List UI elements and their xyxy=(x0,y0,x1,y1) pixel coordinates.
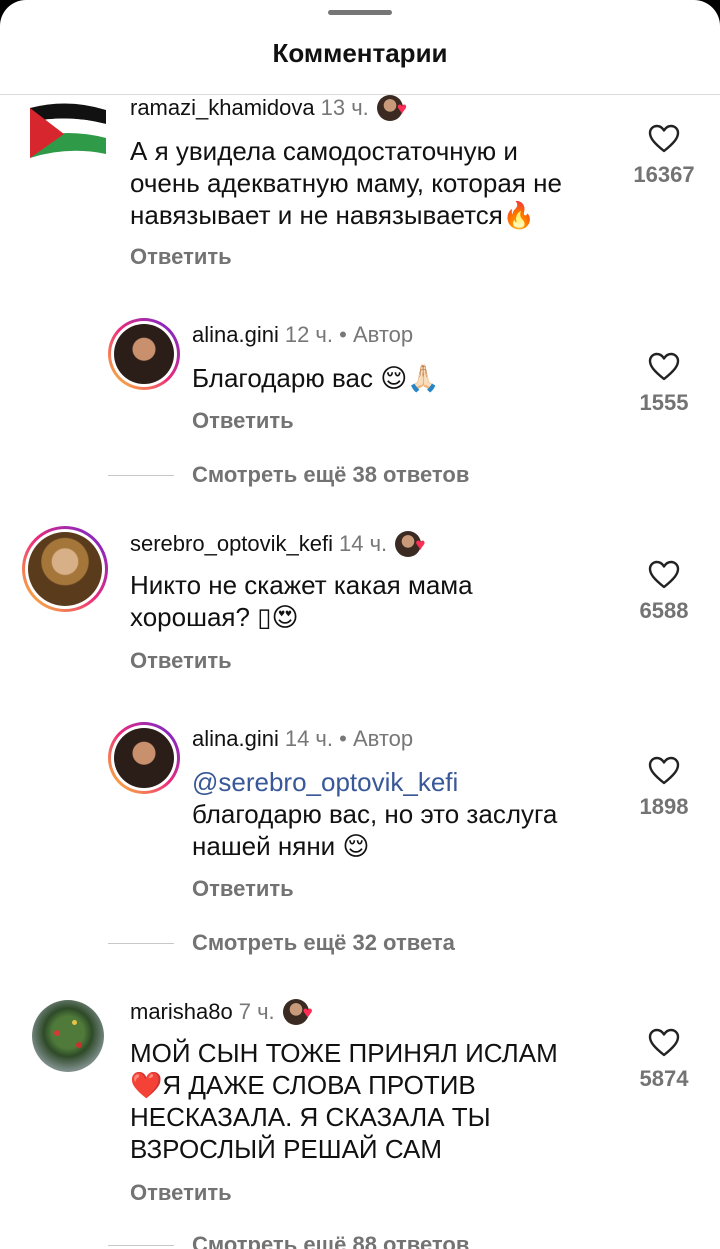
author-heart-icon: ♥ xyxy=(282,999,313,1025)
comment-text-line: ❤️Я ДАЖЕ СЛОВА ПРОТИВ xyxy=(130,1070,476,1100)
comment-text-line: МОЙ СЫН ТОЖЕ ПРИНЯЛ ИСЛАМ xyxy=(130,1038,558,1068)
mention-link[interactable]: @serebro_optovik_kefi xyxy=(192,766,557,798)
like-count: 1555 xyxy=(639,390,689,415)
like-button[interactable]: 16367 xyxy=(619,124,709,188)
comment-text-line: НЕСКАЗАЛА. Я СКАЗАЛА ТЫ xyxy=(130,1102,491,1132)
page-title: Комментарии xyxy=(272,38,448,68)
view-more-replies[interactable]: Смотреть ещё 38 ответов xyxy=(108,462,469,488)
like-count: 5874 xyxy=(639,1066,689,1091)
comment-text: А я увидела самодостаточную и очень адек… xyxy=(130,135,562,231)
reply-comment-item: alina.gini 12 ч. • Автор Благодарю вас 😌🙏… xyxy=(0,318,720,438)
comments-sheet: Комментарии ramazi_khamidova 13 ч. ♥ А я у… xyxy=(0,0,720,1249)
comment-text-line: Благодарю вас 😌🙏🏻 xyxy=(192,363,440,393)
avatar[interactable] xyxy=(32,1000,104,1072)
comment-text-line: нашей няни 😌 xyxy=(192,831,370,861)
comment-text: МОЙ СЫН ТОЖЕ ПРИНЯЛ ИСЛАМ ❤️Я ДАЖЕ СЛОВА… xyxy=(130,1037,558,1165)
username[interactable]: alina.gini xyxy=(192,322,279,347)
reply-button[interactable]: Ответить xyxy=(192,876,294,902)
comment-meta: alina.gini 12 ч. • Автор xyxy=(192,321,413,349)
like-count: 16367 xyxy=(633,162,695,187)
avatar[interactable] xyxy=(22,526,108,612)
reply-button[interactable]: Ответить xyxy=(192,408,294,434)
comment-text-line: очень адекватную маму, которая не xyxy=(130,168,562,198)
author-label: • Автор xyxy=(339,322,414,347)
username[interactable]: marisha8o xyxy=(130,999,233,1024)
comment-meta: serebro_optovik_kefi 14 ч. ♥ xyxy=(130,530,425,558)
comments-header: Комментарии xyxy=(0,0,720,95)
username[interactable]: ramazi_khamidova xyxy=(130,95,315,120)
comment-meta: ramazi_khamidova 13 ч. ♥ xyxy=(130,94,407,122)
comment-text-line: навязывает и не навязывается🔥 xyxy=(130,200,536,230)
author-heart-icon: ♥ xyxy=(376,95,407,121)
like-button[interactable]: 6588 xyxy=(619,560,709,624)
comment-item: serebro_optovik_kefi 14 ч. ♥ Никто не скаж… xyxy=(0,526,720,676)
divider xyxy=(108,1244,174,1246)
avatar[interactable] xyxy=(108,318,180,390)
comment-time: 14 ч. xyxy=(339,531,388,556)
reply-button[interactable]: Ответить xyxy=(130,648,232,674)
username[interactable]: serebro_optovik_kefi xyxy=(130,531,333,556)
view-more-label: Смотреть ещё 32 ответа xyxy=(192,930,455,955)
reply-button[interactable]: Ответить xyxy=(130,1180,232,1206)
comment-time: 12 ч. xyxy=(284,322,334,347)
heart-outline-icon xyxy=(648,1028,680,1057)
comment-item: ramazi_khamidova 13 ч. ♥ А я увидела самод… xyxy=(0,94,720,284)
heart-outline-icon xyxy=(648,560,680,589)
comment-time: 14 ч. xyxy=(284,726,334,751)
like-button[interactable]: 1555 xyxy=(619,352,709,416)
like-count: 6588 xyxy=(639,598,689,623)
divider xyxy=(108,474,174,476)
comment-text-line: А я увидела самодостаточную и xyxy=(130,136,518,166)
reply-comment-item: alina.gini 14 ч. • Автор @serebro_optovik… xyxy=(0,722,720,902)
comment-text: Никто не скажет какая мама хорошая? ▯😍 xyxy=(130,569,473,633)
avatar[interactable] xyxy=(108,722,180,794)
comment-text-line: ВЗРОСЛЫЙ РЕШАЙ САМ xyxy=(130,1134,443,1164)
comment-meta: marisha8o 7 ч. ♥ xyxy=(130,998,313,1026)
heart-outline-icon xyxy=(648,352,680,381)
heart-outline-icon xyxy=(648,124,680,153)
comment-text-line: благодарю вас, но это заслуга xyxy=(192,799,558,829)
divider xyxy=(108,942,174,944)
comment-item: marisha8o 7 ч. ♥ МОЙ СЫН ТОЖЕ ПРИНЯЛ ИСЛАМ… xyxy=(0,996,720,1206)
heart-outline-icon xyxy=(648,756,680,785)
view-more-replies[interactable]: Смотреть ещё 88 ответов xyxy=(108,1232,469,1249)
view-more-replies[interactable]: Смотреть ещё 32 ответа xyxy=(108,930,455,956)
like-button[interactable]: 5874 xyxy=(619,1028,709,1092)
author-label: • Автор xyxy=(339,726,414,751)
comment-time: 7 ч. xyxy=(238,999,275,1024)
avatar[interactable] xyxy=(30,98,106,168)
like-count: 1898 xyxy=(639,794,689,819)
comment-text-line: хорошая? ▯😍 xyxy=(130,602,299,632)
view-more-label: Смотреть ещё 38 ответов xyxy=(192,462,470,487)
comment-meta: alina.gini 14 ч. • Автор xyxy=(192,725,413,753)
comment-text: Благодарю вас 😌🙏🏻 xyxy=(192,362,440,394)
username[interactable]: alina.gini xyxy=(192,726,279,751)
comment-time: 13 ч. xyxy=(320,95,369,120)
comment-text-line: Никто не скажет какая мама xyxy=(130,570,473,600)
reply-button[interactable]: Ответить xyxy=(130,244,232,270)
like-button[interactable]: 1898 xyxy=(619,756,709,820)
comment-text: @serebro_optovik_kefi благодарю вас, но … xyxy=(192,766,557,862)
author-heart-icon: ♥ xyxy=(395,531,425,557)
view-more-label: Смотреть ещё 88 ответов xyxy=(192,1232,470,1249)
drag-handle[interactable] xyxy=(328,10,392,15)
